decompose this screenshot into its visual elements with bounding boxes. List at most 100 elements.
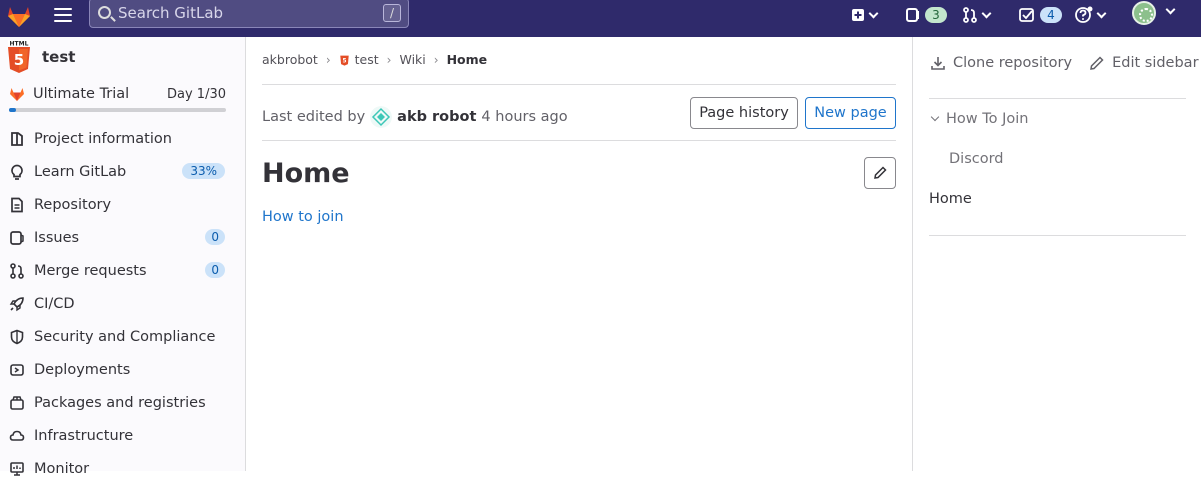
last-edited-info: Last edited by akb robot 4 hours ago	[262, 106, 568, 128]
project-icon	[11, 131, 23, 146]
todos-count-badge: 4	[1040, 7, 1062, 23]
divider	[262, 140, 896, 141]
sidebar-item-project-information[interactable]: Project information	[0, 122, 246, 155]
merge-requests-count-badge: 3	[925, 7, 947, 23]
project-name: test	[42, 48, 76, 66]
trial-progress-fill	[9, 108, 17, 112]
breadcrumb-item-project[interactable]: test	[355, 52, 379, 67]
page-history-button[interactable]: Page history	[690, 97, 798, 129]
search-icon	[98, 6, 111, 19]
help-dropdown[interactable]	[1075, 5, 1107, 25]
chevron-down-icon	[930, 112, 940, 122]
svg-text:5: 5	[14, 51, 24, 69]
shield-icon	[10, 329, 24, 344]
wiki-content-link[interactable]: How to join	[262, 209, 344, 225]
sidebar-item-label: CI/CD	[34, 295, 75, 312]
sidebar-item-issues[interactable]: Issues 0	[0, 221, 246, 254]
trial-label: Ultimate Trial	[33, 86, 130, 102]
avatar[interactable]	[1132, 1, 1156, 25]
project-header[interactable]: HTML 5 test	[6, 40, 76, 73]
project-avatar-icon: HTML 5	[8, 40, 30, 73]
gitlab-logo-icon[interactable]	[6, 3, 32, 29]
clone-repository-button[interactable]: Clone repository	[930, 55, 1072, 71]
sidebar-item-merge-requests[interactable]: Merge requests 0	[0, 254, 246, 287]
sidebar-item-label: Packages and registries	[34, 394, 206, 411]
svg-text:HTML: HTML	[10, 41, 29, 48]
todo-icon	[1019, 8, 1034, 22]
breadcrumb: akbrobot › 5 test › Wiki › Home	[262, 52, 487, 67]
sidebar-item-learn-gitlab[interactable]: Learn GitLab 33%	[0, 155, 246, 188]
edit-page-button[interactable]	[864, 157, 896, 189]
chevron-right-icon: ›	[325, 52, 331, 67]
cloud-icon	[9, 430, 25, 441]
sidebar-item-deployments[interactable]: Deployments	[0, 353, 246, 386]
chevron-down-icon[interactable]	[1165, 4, 1176, 15]
sidebar-item-label: Project information	[34, 130, 172, 147]
sidebar-item-label: Learn GitLab	[34, 163, 127, 180]
new-page-button[interactable]: New page	[805, 97, 896, 129]
sidebar-item-security-and-compliance[interactable]: Security and Compliance	[0, 320, 246, 353]
wiki-tree-item-discord[interactable]: Discord	[949, 151, 1004, 167]
bulb-icon	[11, 164, 23, 180]
page-title: Home	[262, 158, 350, 189]
gitlab-logo-icon	[10, 88, 24, 101]
chevron-down-icon	[981, 8, 992, 18]
sidebar-item-packages-and-registries[interactable]: Packages and registries	[0, 386, 246, 419]
edit-sidebar-button[interactable]: Edit sidebar	[1089, 55, 1199, 71]
trial-status-widget[interactable]: Ultimate Trial Day 1/30	[9, 86, 226, 112]
breadcrumb-item-current[interactable]: Home	[447, 52, 488, 67]
chevron-down-icon	[868, 8, 879, 18]
divider	[929, 235, 1186, 236]
sidebar-item-repository[interactable]: Repository	[0, 188, 246, 221]
sidebar-item-infrastructure[interactable]: Infrastructure	[0, 419, 246, 452]
sidebar-nav: Project information Learn GitLab 33% Rep…	[0, 122, 246, 485]
merge-requests-dropdown[interactable]	[962, 5, 992, 25]
search-input[interactable]: Search GitLab /	[89, 0, 409, 28]
deployments-icon	[10, 363, 24, 376]
edited-time: 4 hours ago	[481, 109, 568, 125]
merge-request-icon	[963, 7, 977, 23]
chevron-right-icon: ›	[433, 52, 439, 67]
breadcrumb-item-namespace[interactable]: akbrobot	[262, 52, 318, 67]
sidebar-item-ci-cd[interactable]: CI/CD	[0, 287, 246, 320]
pencil-icon	[874, 166, 887, 179]
issues-icon	[10, 230, 24, 245]
sidebar-item-label: Infrastructure	[34, 427, 134, 444]
edit-sidebar-label: Edit sidebar	[1112, 55, 1199, 71]
last-edited-prefix: Last edited by	[262, 109, 366, 125]
todos-button[interactable]: 4	[1019, 5, 1062, 25]
learn-gitlab-progress-badge: 33%	[182, 163, 225, 179]
wiki-sidebar: Clone repository Edit sidebar How To Joi…	[912, 37, 1201, 471]
issues-button[interactable]: 3	[906, 5, 947, 25]
sidebar-item-label: Issues	[34, 229, 80, 246]
new-dropdown[interactable]	[851, 5, 879, 25]
author-avatar[interactable]	[370, 106, 393, 128]
main-content: akbrobot › 5 test › Wiki › Home Last edi…	[246, 37, 912, 471]
sidebar-item-label: Security and Compliance	[34, 328, 216, 345]
wiki-tree-folder[interactable]: How To Join	[930, 111, 1028, 127]
divider	[929, 98, 1186, 99]
package-icon	[10, 395, 24, 410]
left-sidebar: HTML 5 test Ultimate Trial Day 1/30 Proj…	[0, 37, 246, 477]
author-name[interactable]: akb robot	[397, 109, 476, 125]
monitor-icon	[10, 461, 24, 476]
sidebar-item-label: Repository	[34, 196, 112, 213]
sidebar-item-label: Monitor	[34, 460, 90, 477]
pencil-icon	[1090, 56, 1104, 70]
download-icon	[931, 57, 945, 70]
sidebar-item-monitor[interactable]: Monitor	[0, 452, 246, 485]
issues-count-badge: 0	[205, 229, 225, 245]
chevron-right-icon: ›	[386, 52, 392, 67]
merge-requests-count-badge: 0	[205, 262, 225, 278]
search-shortcut-key: /	[383, 4, 401, 22]
menu-icon[interactable]	[54, 8, 72, 22]
doc-icon	[11, 197, 23, 212]
wiki-tree-item-home[interactable]: Home	[929, 191, 972, 207]
clone-repository-label: Clone repository	[953, 55, 1073, 71]
trial-progress-bar	[9, 108, 226, 112]
divider	[262, 84, 896, 85]
svg-text:5: 5	[342, 59, 346, 65]
search-placeholder: Search GitLab	[118, 4, 224, 22]
breadcrumb-item-wiki[interactable]: Wiki	[399, 52, 425, 67]
project-avatar-icon: 5	[339, 55, 349, 66]
